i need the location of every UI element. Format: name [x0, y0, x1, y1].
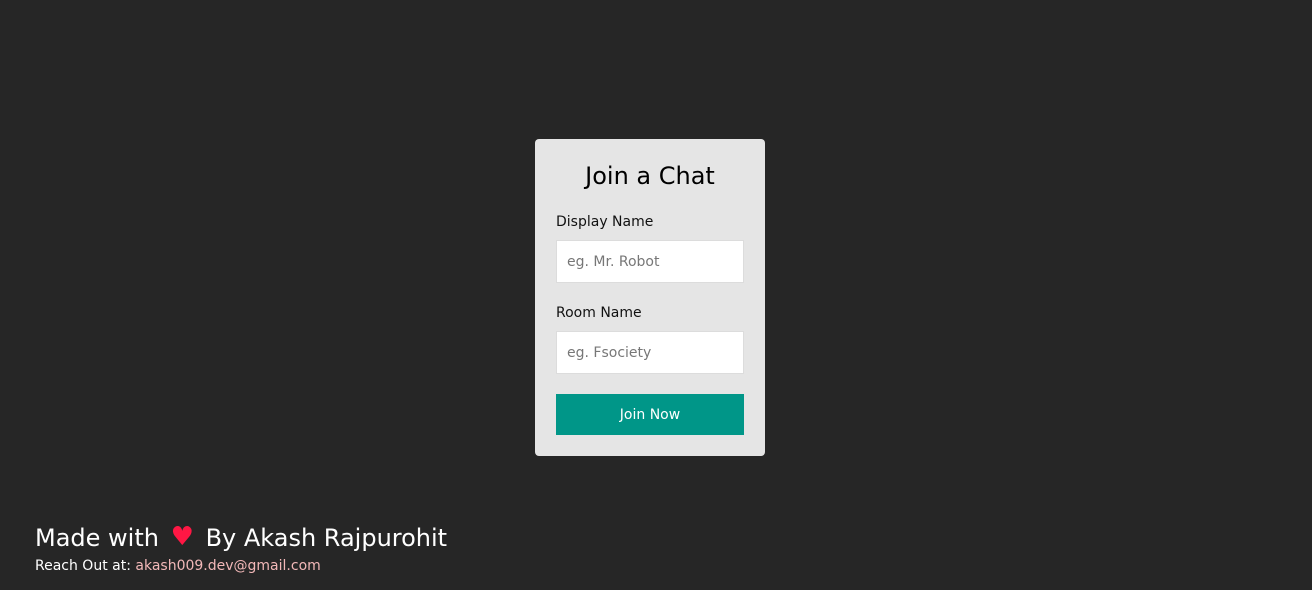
footer-credit: Made with ♥ By Akash Rajpurohit: [35, 518, 447, 557]
page: Join a Chat Display Name Room Name Join …: [0, 0, 1312, 590]
footer: Made with ♥ By Akash Rajpurohit Reach Ou…: [35, 518, 447, 576]
join-chat-card: Join a Chat Display Name Room Name Join …: [535, 139, 765, 456]
footer-contact: Reach Out at: akash009.dev@gmail.com: [35, 556, 447, 576]
reach-out-label: Reach Out at:: [35, 558, 131, 574]
email-link[interactable]: akash009.dev@gmail.com: [135, 558, 320, 574]
room-name-input[interactable]: [556, 331, 744, 374]
heart-icon: ♥: [170, 522, 194, 552]
made-with-text: Made with: [35, 524, 159, 552]
display-name-label: Display Name: [556, 214, 654, 230]
author-text: By Akash Rajpurohit: [205, 524, 448, 552]
display-name-input[interactable]: [556, 240, 744, 283]
card-title: Join a Chat: [585, 162, 715, 190]
join-now-button[interactable]: Join Now: [556, 394, 744, 435]
room-name-label: Room Name: [556, 305, 642, 321]
